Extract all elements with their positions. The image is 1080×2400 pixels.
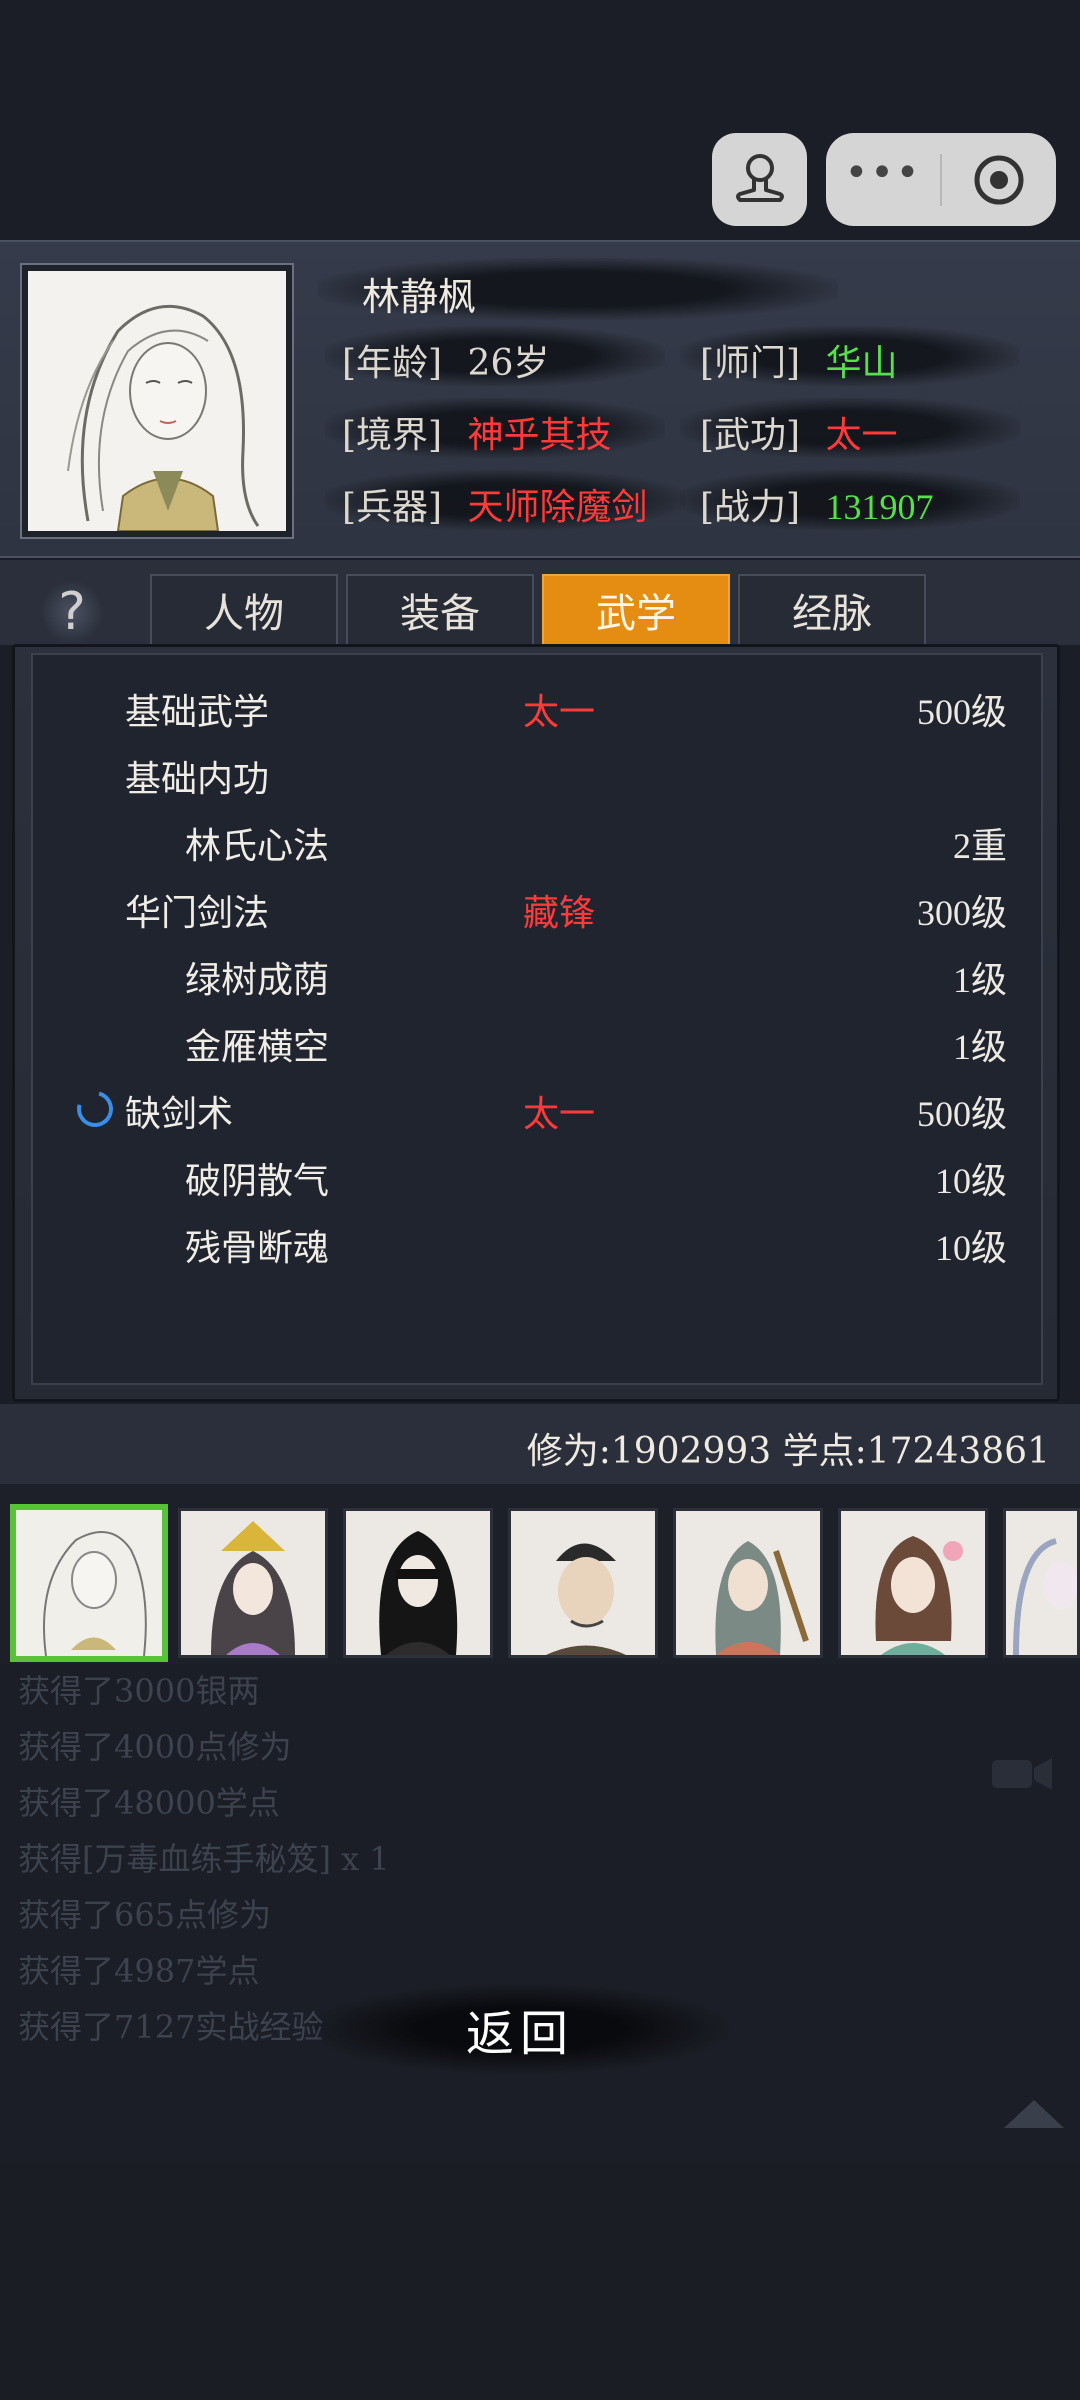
weapon-value: 天师除魔剑 [467,487,648,528]
realm-row: [境界] 神乎其技 [342,406,612,458]
realm-value: 神乎其技 [467,415,612,456]
skill-name: 绿树成荫 [185,960,330,1001]
capsule-menu: ••• [826,133,1056,226]
skill-name: 基础武学 [125,692,270,733]
martial-row: [武功] 太一 [700,406,898,458]
martial-label: [武功] [700,415,801,456]
power-label: [战力] [700,487,801,528]
skill-name: 林氏心法 [185,826,330,867]
bottom-blank [0,2164,1080,2400]
skill-row[interactable]: 破阴散气 10级 [33,1142,1045,1209]
character-avatar[interactable] [508,1508,658,1658]
target-close-icon [974,155,1024,204]
skill-row[interactable]: 绿树成荫 1级 [33,941,1045,1008]
character-avatar[interactable] [673,1508,823,1658]
log-line: 获得了4987学点 [18,1952,260,1990]
skill-name: 华门剑法 [125,893,270,934]
character-strip [0,1484,1080,1664]
skill-name: 破阴散气 [185,1161,330,1202]
skill-level: 500级 [916,692,1007,732]
hero-portrait [22,265,292,537]
tab-meridians[interactable]: 经脉 [738,574,926,644]
skill-level: 500级 [916,1094,1007,1134]
loading-spinner-icon [70,1084,120,1134]
skill-tag: 太一 [523,1094,596,1135]
realm-label: [境界] [342,415,443,456]
hero-name: 林静枫 [362,275,477,319]
weapon-label: [兵器] [342,487,443,528]
skill-row[interactable]: 金雁横空 1级 [33,1008,1045,1075]
log-line: 获得了7127实战经验 [18,2008,324,2046]
skill-row[interactable]: 华门剑法 藏锋 300级 [33,874,1045,941]
hero-header: 林静枫 [年龄] 26岁 [师门] 华山 [境界] 神乎其技 [武功] 太一 [… [0,240,1080,558]
skill-level: 10级 [934,1228,1007,1268]
skill-level: 10级 [934,1161,1007,1201]
log-line: 获得了4000点修为 [18,1728,292,1766]
tab-character[interactable]: 人物 [150,574,338,644]
skill-row[interactable]: 缺剑术 太一 500级 [33,1075,1045,1142]
skill-level: 2重 [952,826,1007,866]
log-line: 获得[万毒血练手秘笈] x 1 [18,1840,390,1878]
skill-name: 残骨断魂 [185,1228,330,1269]
character-avatar-selected[interactable] [10,1504,168,1662]
log-line: 获得了3000银两 [18,1672,260,1710]
log-line: 获得了665点修为 [18,1896,272,1934]
weapon-row: [兵器] 天师除魔剑 [342,478,648,530]
character-avatar-partial[interactable] [1003,1508,1080,1658]
power-row: [战力] 131907 [700,478,934,530]
martial-value: 太一 [825,415,898,456]
joystick-icon [735,153,784,202]
stats-bar: 修为:1902993 学点:17243861 [0,1404,1080,1484]
age-row: [年龄] 26岁 [342,334,549,386]
scroll-up-icon[interactable] [1004,2100,1064,2128]
character-avatar[interactable] [343,1508,493,1658]
power-value: 131907 [825,487,934,527]
skill-level: 300级 [916,893,1007,933]
sect-label: [师门] [700,343,801,384]
skill-row[interactable]: 基础武学 太一 500级 [33,673,1045,740]
age-value: 26岁 [467,343,550,384]
tab-martial-arts[interactable]: 武学 [542,574,730,644]
help-icon[interactable]: ? [40,580,104,644]
skill-name: 缺剑术 [125,1094,234,1135]
skill-tag: 藏锋 [523,893,596,934]
skill-name: 基础内功 [125,759,270,800]
skill-level: 1级 [952,960,1007,1000]
more-icon: ••• [844,149,922,196]
age-label: [年龄] [342,343,443,384]
more-button[interactable]: ••• [826,133,940,226]
tab-equipment[interactable]: 装备 [346,574,534,644]
sect-row: [师门] 华山 [700,334,898,386]
skill-list-panel: 基础武学 太一 500级 基础内功 林氏心法 2重 华门剑法 藏锋 300级 绿… [12,644,1060,1402]
character-avatar[interactable] [178,1508,328,1658]
skill-row[interactable]: 残骨断魂 10级 [33,1209,1045,1276]
skill-list: 基础武学 太一 500级 基础内功 林氏心法 2重 华门剑法 藏锋 300级 绿… [31,653,1043,1385]
skill-level: 1级 [952,1027,1007,1067]
back-button[interactable]: 返回 [310,1984,730,2074]
skill-row[interactable]: 基础内功 [33,740,1045,807]
close-button[interactable] [942,133,1056,226]
back-label: 返回 [465,2006,574,2062]
video-camera-icon[interactable] [990,1754,1054,1794]
log-line: 获得了48000学点 [18,1784,280,1822]
sect-value: 华山 [825,343,898,384]
skill-name: 金雁横空 [185,1027,330,1068]
skill-row[interactable]: 林氏心法 2重 [33,807,1045,874]
character-avatar[interactable] [838,1508,988,1658]
cultivation-and-study-points: 修为:1902993 学点:17243861 [526,1431,1050,1472]
skill-tag: 太一 [523,692,596,733]
game-controller-button[interactable] [712,133,807,226]
